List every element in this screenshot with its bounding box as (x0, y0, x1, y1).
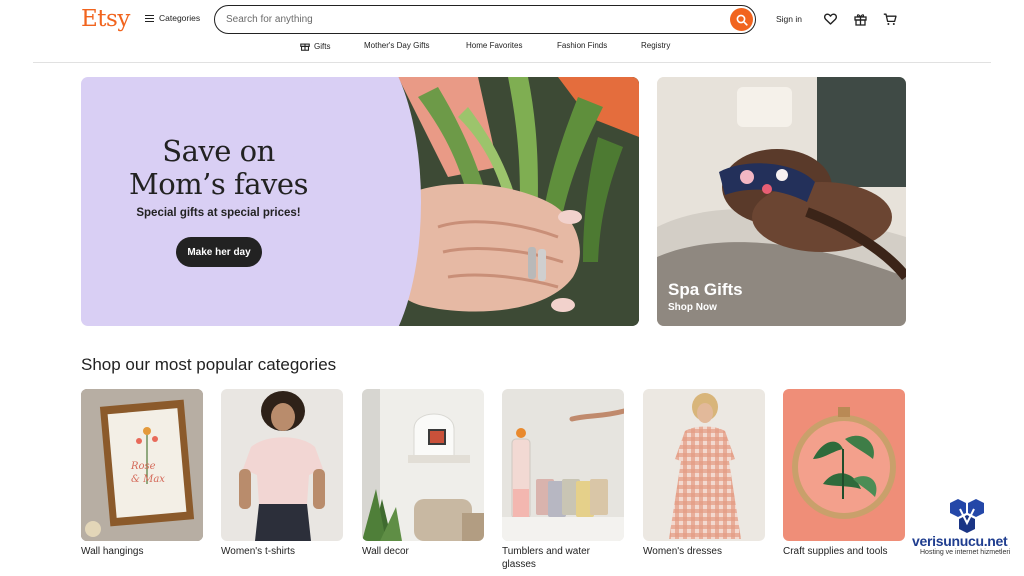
gift-icon (300, 43, 310, 51)
spa-gifts-card[interactable]: Spa Gifts Shop Now (657, 77, 906, 326)
category-label: Craft supplies and tools (783, 546, 888, 557)
site-header: Etsy Categories Sign in (0, 0, 1024, 63)
shop-now-link[interactable]: Shop Now (668, 302, 717, 313)
verisunucu-watermark: verisunucu.net Hosting ve internet hizme… (912, 497, 1024, 576)
hero-banner[interactable]: Save on Mom’s faves Special gifts at spe… (81, 77, 639, 326)
hero-subtitle: Special gifts at special prices! (136, 207, 301, 219)
popular-categories-heading: Shop our most popular categories (81, 355, 337, 374)
category-card-craft-supplies[interactable]: Craft supplies and tools (783, 389, 905, 558)
category-card-tumblers[interactable]: Tumblers and water glasses (502, 389, 624, 571)
category-card-wall-hangings[interactable]: Rose & Max Wall hangings (81, 389, 203, 558)
gift-icon (853, 13, 867, 26)
cart-button[interactable] (883, 12, 897, 26)
hamburger-icon (145, 14, 154, 22)
gift-mode-button[interactable] (853, 12, 867, 26)
category-label: Tumblers and water glasses (502, 546, 590, 570)
svg-text:& Max: & Max (131, 474, 165, 485)
category-image (643, 389, 765, 541)
nav-item-mothers-day[interactable]: Mother's Day Gifts (364, 41, 430, 50)
watermark-brand: verisunucu.net (912, 533, 1008, 549)
favorites-button[interactable] (823, 12, 837, 26)
category-image (221, 389, 343, 541)
hero-title: Save on Mom’s faves (81, 135, 356, 201)
search-input[interactable] (226, 8, 706, 31)
make-her-day-button[interactable]: Make her day (176, 237, 262, 267)
nav-item-label: Home Favorites (466, 41, 523, 50)
category-image (783, 389, 905, 541)
categories-button[interactable]: Categories (145, 13, 200, 23)
category-label: Wall decor (362, 546, 409, 557)
hero-curve-shape (291, 77, 421, 326)
svg-text:Rose: Rose (130, 461, 156, 472)
category-card-womens-tshirts[interactable]: Women's t-shirts (221, 389, 343, 558)
nav-item-gifts[interactable]: Gifts (300, 41, 330, 51)
nav-item-label: Registry (641, 41, 671, 50)
etsy-logo[interactable]: Etsy (81, 6, 130, 32)
cart-icon (883, 13, 897, 25)
categories-label: Categories (159, 13, 201, 23)
category-nav: Gifts Mother's Day Gifts Home Favorites … (0, 41, 1024, 55)
nav-item-home-favorites[interactable]: Home Favorites (466, 41, 522, 50)
search-bar (214, 5, 756, 34)
category-label: Women's dresses (643, 546, 722, 557)
watermark-tagline: Hosting ve internet hizmetleri (920, 549, 1011, 556)
category-image (362, 389, 484, 541)
nav-item-label: Fashion Finds (557, 41, 608, 50)
spa-gifts-title: Spa Gifts (668, 280, 743, 299)
nav-item-fashion-finds[interactable]: Fashion Finds (557, 41, 607, 50)
search-icon (736, 14, 748, 26)
nav-item-registry[interactable]: Registry (641, 41, 670, 50)
category-card-wall-decor[interactable]: Wall decor (362, 389, 484, 558)
search-button[interactable] (730, 8, 753, 31)
category-label: Women's t-shirts (221, 546, 295, 557)
hero-title-line: Mom’s faves (129, 167, 308, 201)
header-divider (33, 62, 991, 63)
hero-title-line: Save on (162, 134, 275, 168)
category-image: Rose & Max (81, 389, 203, 541)
verisunucu-logo-icon (950, 499, 984, 533)
category-image (502, 389, 624, 541)
category-label: Wall hangings (81, 546, 144, 557)
heart-icon (823, 13, 837, 25)
nav-item-label: Gifts (314, 41, 331, 51)
nav-item-label: Mother's Day Gifts (364, 41, 430, 50)
sign-in-link[interactable]: Sign in (776, 14, 802, 24)
category-card-womens-dresses[interactable]: Women's dresses (643, 389, 765, 558)
